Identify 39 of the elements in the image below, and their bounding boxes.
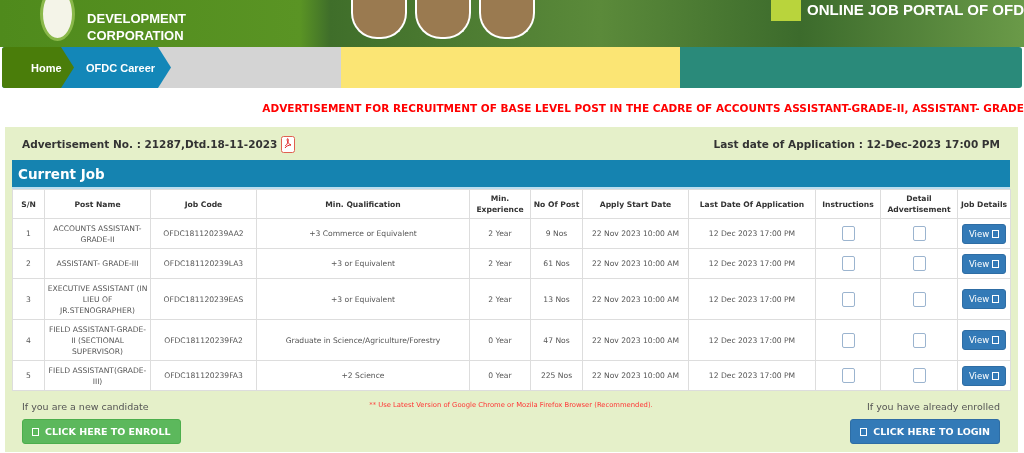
- organization-name-line: CORPORATION: [87, 27, 185, 44]
- view-button[interactable]: View: [961, 289, 1007, 309]
- table-title-bar: Current Job: [12, 160, 1010, 189]
- view-button[interactable]: View: [961, 330, 1007, 350]
- advertisement-number: Advertisement No. : 21287,Dtd.18-11-2023: [22, 138, 278, 150]
- photo-placeholder: [415, 0, 472, 39]
- glyph-icon: [32, 427, 39, 436]
- new-candidate-prompt: If you are a new candidate: [22, 401, 150, 412]
- checkbox[interactable]: [841, 226, 855, 241]
- breadcrumb-link[interactable]: Home: [2, 47, 74, 88]
- checkbox[interactable]: [841, 368, 855, 383]
- pdf-icon[interactable]: [281, 135, 296, 153]
- enroll-button[interactable]: CLICK HERE TO ENROLL: [22, 419, 181, 444]
- glyph-icon: [992, 259, 1000, 268]
- glyph-icon: [860, 427, 868, 436]
- glyph-icon: [992, 371, 1000, 380]
- checkbox[interactable]: [841, 256, 855, 271]
- organization-name-line: DEVELOPMENT: [87, 10, 187, 27]
- scrolling-notice: ADVERTISEMENT FOR RECRUITMENT OF BASE LEVEL POST IN THE CADRE OF ACCOUNTS ASSISTANT-GRADE-II, ASSISTANT- GRADE: [262, 102, 1024, 114]
- enrolled-prompt: If you have already enrolled: [867, 401, 1000, 412]
- glyph-icon: [992, 336, 1000, 344]
- checkbox[interactable]: [912, 291, 926, 307]
- glyph-icon: [992, 295, 1000, 303]
- checkbox[interactable]: [912, 332, 926, 348]
- breadcrumb-link[interactable]: OFDC Career: [74, 47, 171, 88]
- checkbox[interactable]: [912, 256, 926, 271]
- portal-title: ONLINE JOB PORTAL OF OFD: [807, 2, 1024, 18]
- application-deadline: Last date of Application : 12-Dec-2023 17:00 PM: [713, 138, 1000, 150]
- glyph-icon: [992, 229, 1000, 238]
- view-button[interactable]: View: [961, 365, 1007, 386]
- view-button[interactable]: View: [961, 253, 1007, 274]
- checkbox[interactable]: [912, 226, 926, 241]
- login-button[interactable]: CLICK HERE TO LOGIN: [850, 419, 1000, 444]
- view-button[interactable]: View: [961, 223, 1007, 244]
- checkbox[interactable]: [912, 368, 926, 383]
- checkbox[interactable]: [841, 291, 855, 307]
- photo-placeholder: [479, 0, 536, 39]
- photo-placeholder: [351, 0, 408, 39]
- checkbox[interactable]: [841, 332, 855, 348]
